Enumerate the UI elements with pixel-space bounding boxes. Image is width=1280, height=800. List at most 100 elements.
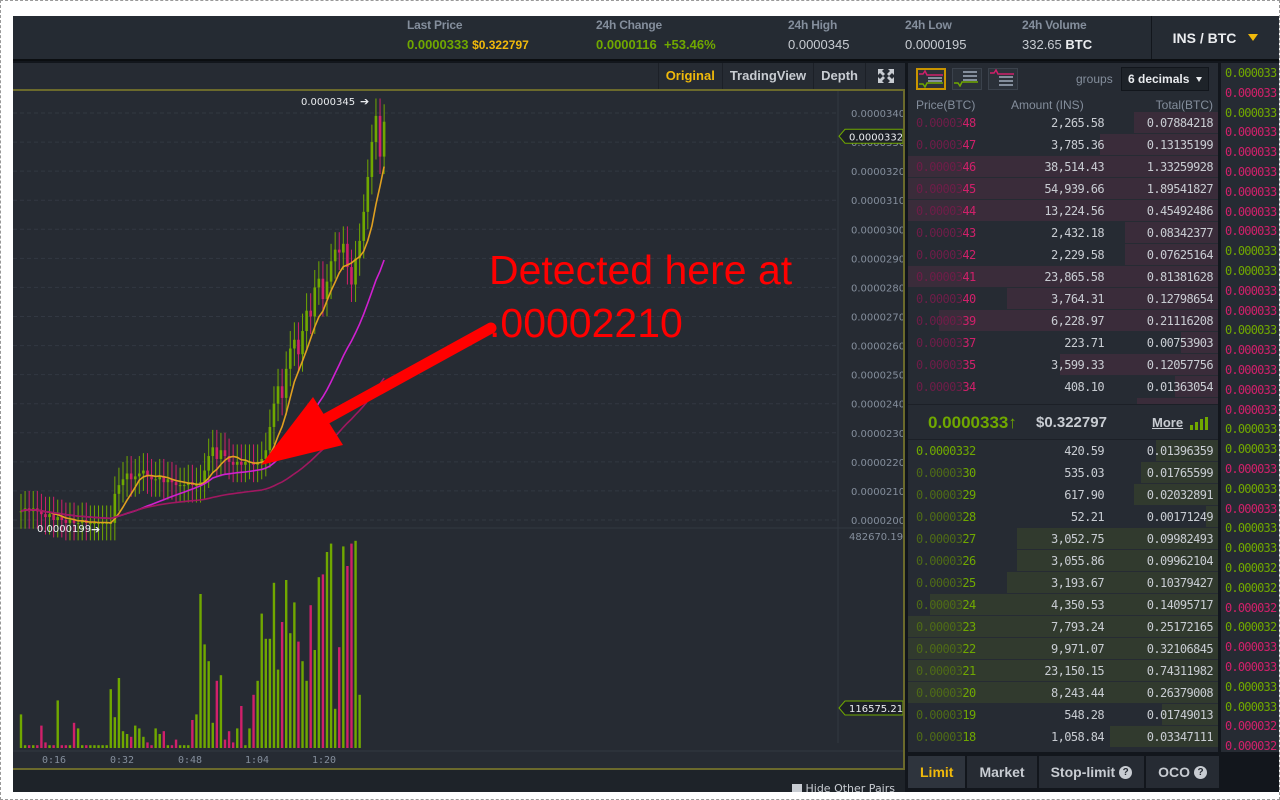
bid-row[interactable]: 0.0000324 4,350.53 0.14095717 — [908, 594, 1218, 616]
volume-bar — [32, 745, 35, 748]
volume-bar — [215, 680, 219, 748]
price-suffix: 27 — [962, 532, 976, 546]
ask-row[interactable]: 0.0000335 3,599.33 0.12057756 — [908, 354, 1218, 376]
ask-row[interactable]: 0.0000344 13,224.56 0.45492486 — [908, 200, 1218, 222]
ask-row[interactable]: 0.0000348 2,265.58 0.07884218 — [908, 112, 1218, 134]
bid-row[interactable]: 0.0000326 3,055.86 0.09962104 — [908, 550, 1218, 572]
bid-row[interactable]: 0.0000320 8,243.44 0.26379008 — [908, 682, 1218, 704]
tab-limit[interactable]: Limit — [908, 756, 966, 788]
asks-list: 0.0000348 2,265.58 0.07884218 0.0000347 3,78… — [908, 112, 1218, 404]
trade-price: 0.000033 — [1225, 85, 1277, 100]
bid-row[interactable]: 0.0000321 23,150.15 0.74311982 — [908, 660, 1218, 682]
bid-row[interactable]: 0.0000329 617.90 0.02032891 — [908, 484, 1218, 506]
bid-row[interactable]: 0.0000327 3,052.75 0.09982493 — [908, 528, 1218, 550]
volume-bar — [56, 700, 59, 748]
volume-bar — [23, 745, 27, 748]
ask-row[interactable]: 0.0000345 54,939.66 1.89541827 — [908, 178, 1218, 200]
screenshot-frame: Last Price 0.0000333 $0.322797 24h Chang… — [0, 0, 1280, 800]
price-chart[interactable]: 0.00003400.00003300.00003200.00003100.00… — [13, 89, 905, 770]
groups-select[interactable]: 6 decimals — [1121, 67, 1209, 91]
price-suffix: 28 — [962, 510, 976, 524]
volume-bar — [289, 633, 292, 748]
volume-bar — [40, 725, 43, 748]
candle-body — [297, 339, 300, 355]
volume-bar — [117, 678, 121, 748]
candle-body — [382, 121, 386, 157]
tab-original[interactable]: Original — [657, 63, 722, 89]
time-tick-label: 0:48 — [178, 755, 202, 766]
checkbox[interactable] — [791, 783, 802, 792]
ask-row[interactable]: 0.0000341 23,865.58 0.81381628 — [908, 266, 1218, 288]
ask-row[interactable]: 0.0000339 6,228.97 0.21116208 — [908, 310, 1218, 332]
volume-tag-label: 116575.21 — [849, 704, 903, 715]
ask-row[interactable]: 0.0000343 2,432.18 0.08342377 — [908, 222, 1218, 244]
pair-selector[interactable]: INS / BTC — [1151, 16, 1279, 59]
candlestick-chart[interactable]: 0.00003400.00003300.00003200.00003100.00… — [13, 91, 903, 768]
bid-row[interactable]: 0.0000330 535.03 0.01765599 — [908, 462, 1218, 484]
mode-asks-button[interactable] — [988, 68, 1018, 90]
volume-bar — [44, 742, 47, 748]
more-link[interactable]: More — [1152, 415, 1183, 430]
amount: 6,228.97 — [1051, 314, 1105, 328]
mode-bids-button[interactable] — [952, 68, 982, 90]
arrow-up-icon: ↑ — [1008, 413, 1017, 432]
candle-body — [231, 461, 235, 465]
volume-bar — [342, 546, 345, 748]
price: 0.0000334 — [916, 380, 976, 394]
price-suffix: 23 — [962, 620, 976, 634]
trade-price: 0.000032 — [1225, 719, 1277, 734]
price-tick-label: 0.0000210 — [851, 487, 903, 498]
total: 0.07625164 — [1146, 248, 1214, 262]
trade-price: 0.000033 — [1225, 382, 1277, 397]
volume-bar — [178, 745, 182, 748]
time-tick-label: 1:20 — [312, 755, 336, 766]
volume-axis-top-label: 482670.19 — [849, 532, 903, 543]
volume-bar — [252, 694, 255, 748]
amount: 3,055.86 — [1051, 554, 1105, 568]
candle-body — [174, 482, 178, 486]
bid-row[interactable]: 0.0000323 7,793.24 0.25172165 — [908, 616, 1218, 638]
tab-oco[interactable]: OCO? — [1146, 756, 1220, 788]
caret-down-icon — [1196, 77, 1202, 82]
order-type-tabs: Limit Market Stop-limit? OCO? — [908, 752, 1279, 792]
amount: 3,052.75 — [1051, 532, 1105, 546]
ask-row[interactable]: 0.0000342 2,229.58 0.07625164 — [908, 244, 1218, 266]
tab-stop-limit[interactable]: Stop-limit? — [1038, 756, 1145, 788]
price: 0.0000322 — [916, 642, 976, 656]
tab-depth[interactable]: Depth — [813, 63, 865, 89]
price-suffix: 26 — [962, 554, 976, 568]
bid-row[interactable]: 0.0000328 52.21 0.00171249 — [908, 506, 1218, 528]
bid-row[interactable]: 0.0000332 420.59 0.01396359 — [908, 440, 1218, 462]
ask-row[interactable]: 0.0000347 3,785.36 0.13135199 — [908, 134, 1218, 156]
ask-row[interactable]: 0.0000340 3,764.31 0.12798654 — [908, 288, 1218, 310]
amount: 408.10 — [1064, 380, 1104, 394]
tab-tradingview[interactable]: TradingView — [721, 63, 814, 89]
ask-row[interactable]: 0.0000337 223.71 0.00753903 — [908, 332, 1218, 354]
bid-row[interactable]: 0.0000319 548.28 0.01749013 — [908, 704, 1218, 726]
trade-price: 0.000033 — [1225, 204, 1277, 219]
tab-label: OCO — [1158, 764, 1191, 780]
ask-row[interactable]: 0.0000334 408.10 0.01363054 — [908, 376, 1218, 398]
price-suffix: 34 — [962, 380, 976, 394]
candle-body — [133, 476, 137, 480]
volume-bar — [195, 714, 198, 748]
volume-bar — [285, 580, 288, 748]
volume-bar — [146, 742, 149, 748]
high-value: 0.0000345 — [788, 37, 850, 52]
candle-body — [125, 473, 129, 480]
bid-row[interactable]: 0.0000318 1,058.84 0.03347111 — [908, 726, 1218, 748]
bid-row[interactable]: 0.0000325 3,193.67 0.10379427 — [908, 572, 1218, 594]
hide-other-pairs-toggle[interactable]: Hide Other Pairs — [791, 782, 895, 792]
price: 0.0000335 — [916, 358, 976, 372]
bid-row[interactable]: 0.0000322 9,971.07 0.32106845 — [908, 638, 1218, 660]
candle-body — [182, 485, 186, 487]
price-suffix: 0.0000332 — [916, 444, 976, 458]
total: 0.07884218 — [1146, 116, 1214, 130]
ask-row[interactable]: 0.0000346 38,514.43 1.33259928 — [908, 156, 1218, 178]
mode-both-button[interactable] — [916, 68, 946, 90]
trade-price: 0.000033 — [1225, 145, 1277, 160]
fullscreen-button[interactable] — [865, 63, 905, 89]
tab-market[interactable]: Market — [967, 756, 1037, 788]
candle-body — [313, 287, 317, 317]
last-price: 0.0000333↑ — [928, 413, 1017, 433]
